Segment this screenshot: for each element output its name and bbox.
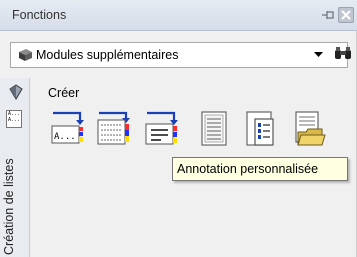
svg-text:A...: A... (54, 132, 76, 142)
tool-list-report[interactable] (198, 110, 232, 148)
tool-annotation-custom[interactable] (144, 110, 178, 148)
module-select[interactable]: Modules supplémentaires (10, 42, 348, 68)
panel-title: Fonctions (12, 8, 67, 22)
pin-icon[interactable] (320, 8, 336, 22)
cube-icon (19, 49, 32, 61)
tool-annotation-text[interactable]: A... (50, 110, 84, 148)
tool-annotation-table[interactable] (96, 110, 130, 148)
close-button[interactable] (338, 7, 354, 23)
tooltip-text: Annotation personnalisée (177, 162, 319, 176)
tooltip: Annotation personnalisée (172, 157, 348, 181)
create-icon (9, 84, 23, 100)
dropdown-arrow-icon[interactable] (314, 52, 323, 58)
close-icon (341, 10, 351, 20)
binoculars-icon[interactable] (334, 45, 352, 61)
lists-icon[interactable]: A... A... (6, 110, 22, 128)
tab-creation-de-listes[interactable]: Création de listes (2, 158, 16, 255)
tool-list-detail[interactable] (244, 110, 278, 148)
section-label: Créer (48, 86, 80, 100)
tool-list-folder[interactable] (292, 110, 326, 148)
module-select-value: Modules supplémentaires (36, 48, 179, 62)
panel-titlebar: Fonctions (0, 0, 357, 31)
functions-panel: Fonctions Modules supplémentaires A... A… (0, 0, 357, 257)
